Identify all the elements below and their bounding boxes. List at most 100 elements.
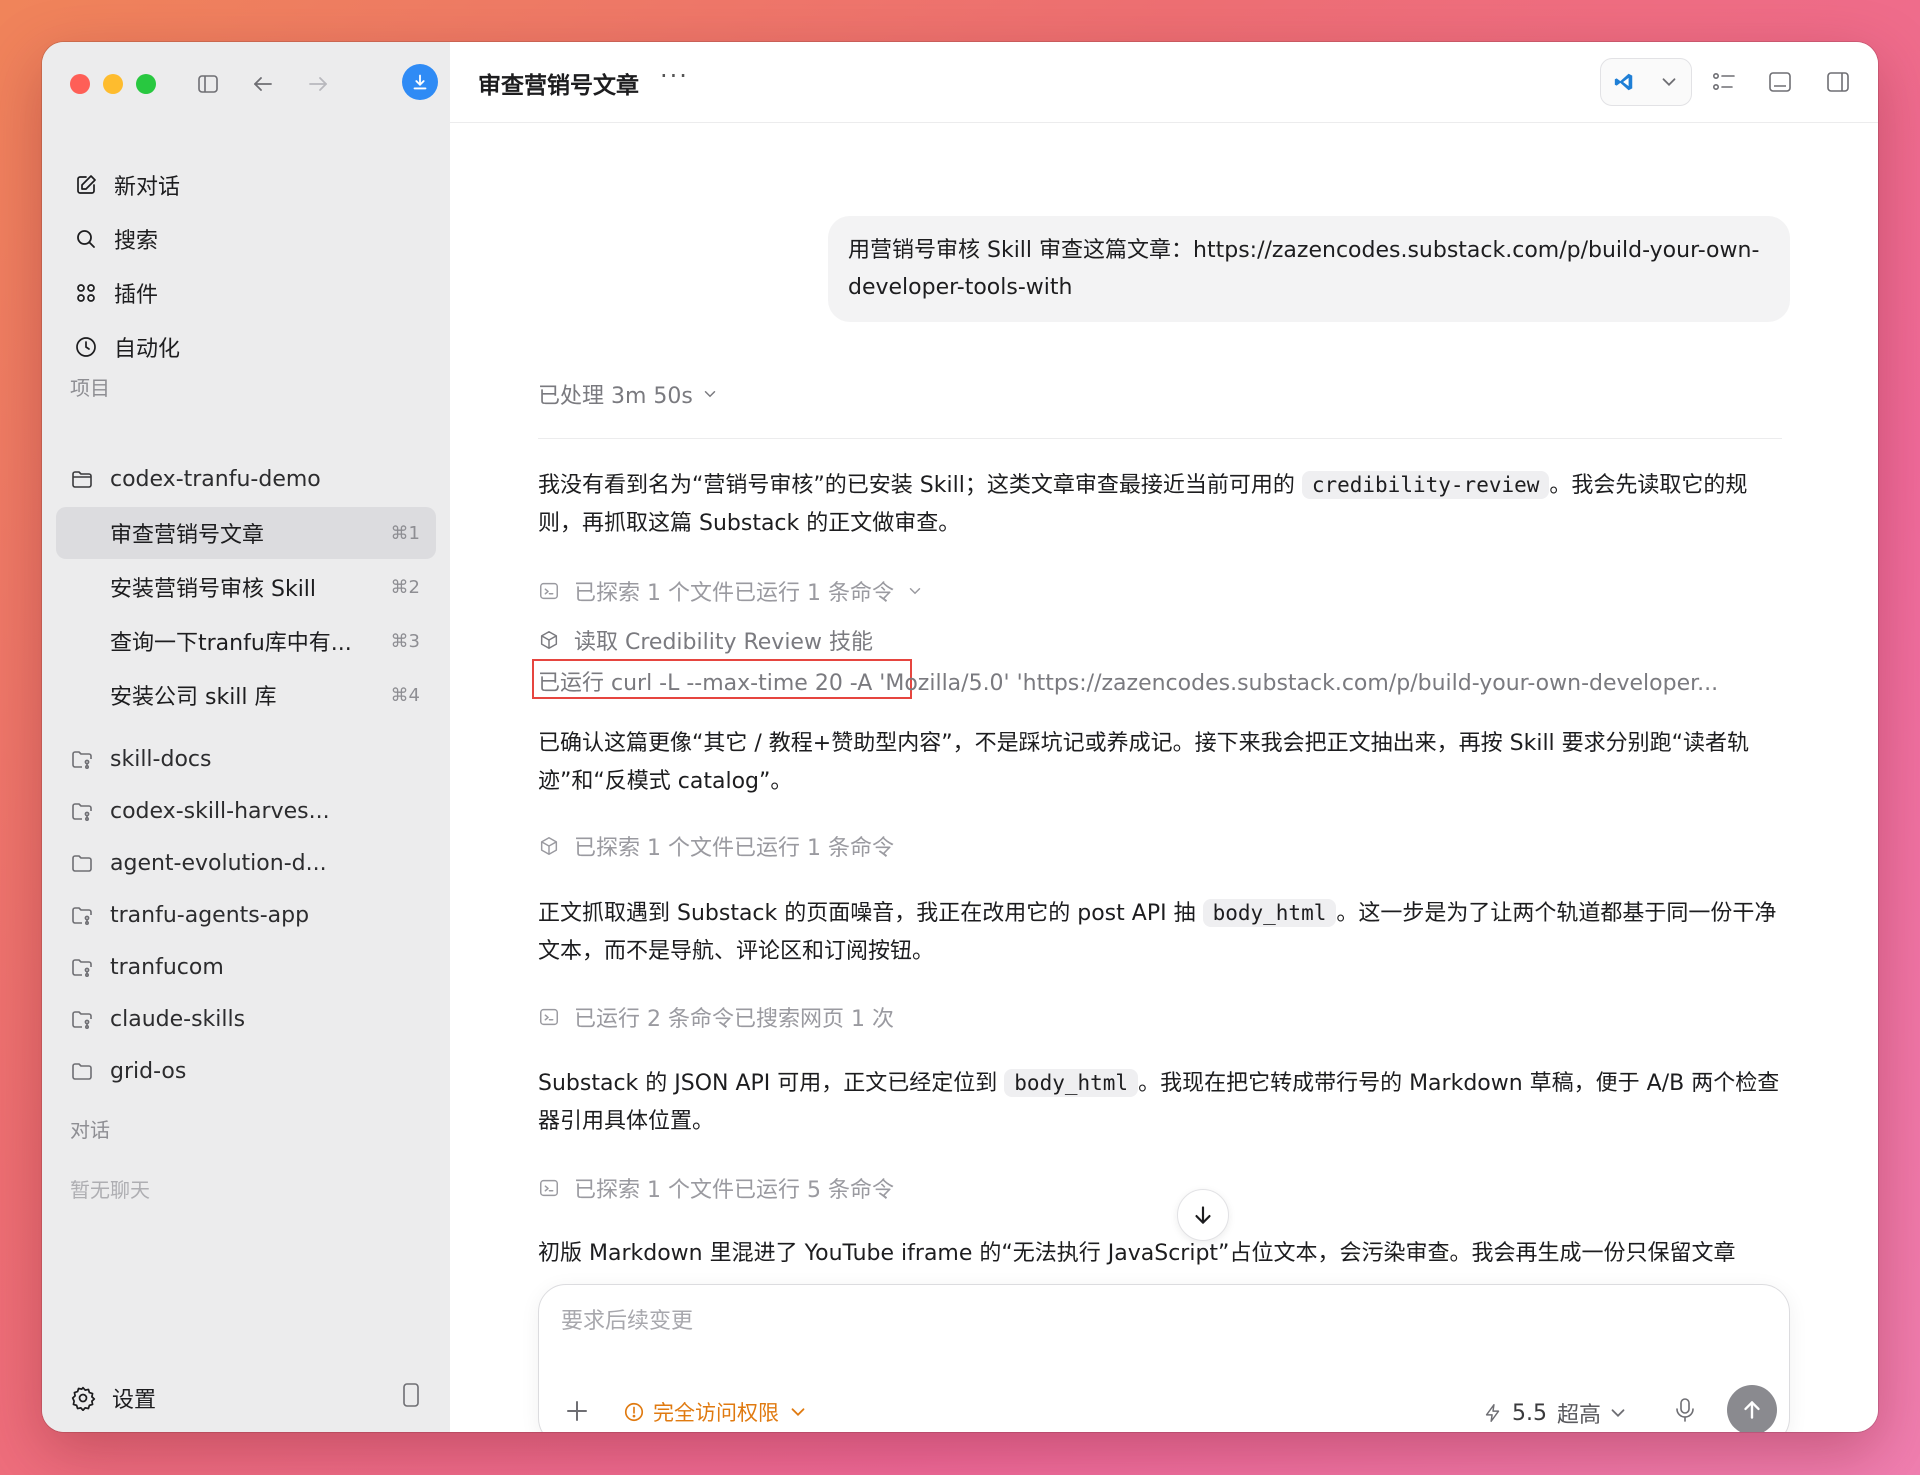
thread-shortcut: ⌘4 — [390, 684, 420, 706]
nav-label: 新对话 — [114, 175, 181, 200]
model-selector[interactable]: 5.5 超高 — [1482, 1397, 1629, 1429]
thread-item[interactable]: 审查营销号文章 ⌘1 — [56, 507, 436, 559]
thread-title: 审查营销号文章 — [110, 523, 265, 548]
page-title: 审查营销号文章 — [478, 73, 639, 99]
activity-step[interactable]: 已探索 1 个文件已运行 1 条命令 — [538, 575, 924, 607]
project-item-agent-evolution[interactable]: agent-evolution-d... — [56, 837, 436, 889]
project-item-grid-os[interactable]: grid-os — [56, 1045, 436, 1097]
project-label: grid-os — [110, 1058, 187, 1084]
projects-section-label: 项目 — [70, 376, 110, 400]
assistant-paragraph: 我没有看到名为“营销号审核”的已安装 Skill；这类文章审查最接近当前可用的 … — [538, 466, 1782, 543]
terminal-icon — [540, 1008, 558, 1026]
thread-shortcut: ⌘2 — [390, 576, 420, 598]
minimize-window-button[interactable] — [103, 74, 123, 94]
activity-step[interactable]: 已探索 1 个文件已运行 1 条命令 — [538, 830, 894, 862]
bottom-panel-icon[interactable] — [1766, 68, 1794, 96]
download-icon — [413, 74, 427, 90]
checklist-icon[interactable] — [1710, 68, 1738, 96]
warning-circle-icon — [624, 1402, 644, 1422]
forward-button[interactable] — [300, 66, 336, 102]
edit-icon — [77, 175, 96, 194]
close-window-button[interactable] — [70, 74, 90, 94]
thread-item[interactable]: 安装公司 skill 库 ⌘4 — [56, 669, 436, 721]
sidebar-icon — [198, 75, 218, 93]
chevron-down-icon — [909, 588, 921, 595]
assistant-paragraph: 已确认这篇更像“其它 / 教程+赞助型内容”，不是踩坑记或养成记。接下来我会把正… — [538, 731, 1750, 794]
chevron-down-icon — [1611, 1409, 1625, 1418]
scroll-to-bottom-button[interactable] — [1177, 1189, 1229, 1241]
processed-label: 已处理 3m 50s — [538, 384, 693, 409]
nav-label: 自动化 — [114, 337, 181, 362]
search-icon — [77, 230, 95, 248]
nav-search[interactable]: 搜索 — [64, 212, 428, 266]
add-attachment-button[interactable] — [559, 1393, 595, 1429]
nav-automation[interactable]: 自动化 — [64, 320, 428, 374]
thread-item[interactable]: 查询一下tranfu库中有... ⌘3 — [56, 615, 436, 667]
toggle-sidebar-button[interactable] — [190, 66, 226, 102]
project-label: tranfu-agents-app — [110, 902, 310, 928]
terminal-icon — [540, 1179, 558, 1197]
text-segment: Substack 的 JSON API 可用，正文已经定位到 — [538, 1071, 1005, 1096]
project-item-skill-docs[interactable]: skill-docs — [56, 733, 436, 785]
project-item-codex-skill-harves[interactable]: codex-skill-harves... — [56, 785, 436, 837]
right-panel-icon[interactable] — [1824, 68, 1852, 96]
topbar: 审查营销号文章 ··· — [450, 42, 1878, 123]
thread-title: 查询一下tranfu库中有... — [110, 631, 352, 656]
skill-read-step[interactable]: 读取 Credibility Review 技能 — [538, 624, 873, 656]
open-in-editor-button[interactable] — [1600, 58, 1692, 106]
text-segment: 我没有看到名为“营销号审核”的已安装 Skill；这类文章审查最接近当前可用的 — [538, 473, 1302, 498]
send-button[interactable] — [1727, 1385, 1777, 1432]
project-item-tranfu-agents-app[interactable]: tranfu-agents-app — [56, 889, 436, 941]
project-label: codex-tranfu-demo — [110, 466, 321, 492]
microphone-icon[interactable] — [1673, 1397, 1697, 1423]
zoom-window-button[interactable] — [136, 74, 156, 94]
user-message: 用营销号审核 Skill 审查这篇文章：https://zazencodes.s… — [828, 216, 1790, 322]
terminal-icon — [540, 582, 558, 600]
plugin-grid-icon — [77, 284, 95, 302]
chevron-down-icon — [1662, 78, 1675, 87]
permission-dropdown[interactable]: 完全访问权限 — [623, 1397, 809, 1427]
command-run-line[interactable]: 已运行 curl -L --max-time 20 -A 'Mozilla/5.… — [538, 665, 1782, 697]
project-item-claude-skills[interactable]: claude-skills — [56, 993, 436, 1045]
prompt-input[interactable] — [559, 1307, 1763, 1335]
activity-step[interactable]: 已探索 1 个文件已运行 5 条命令 — [538, 1172, 894, 1204]
step-label: 已探索 1 个文件已运行 5 条命令 — [574, 1178, 894, 1203]
folder-git-icon — [72, 803, 92, 821]
model-version: 5.5 — [1511, 1400, 1547, 1426]
folder-icon — [72, 855, 92, 872]
more-options-button[interactable]: ··· — [660, 62, 689, 90]
model-level: 超高 — [1556, 1403, 1601, 1428]
permission-label: 完全访问权限 — [653, 1401, 779, 1425]
folder-git-icon — [72, 751, 92, 769]
activity-step[interactable]: 已运行 2 条命令已搜索网页 1 次 — [538, 1001, 894, 1033]
settings-button[interactable]: 设置 — [70, 1382, 156, 1414]
chats-section-label: 对话 — [70, 1118, 110, 1142]
thread-item[interactable]: 安装营销号审核 Skill ⌘2 — [56, 561, 436, 613]
main-panel: 审查营销号文章 ··· 用营销号审核 Skill 审查这篇文章：https://… — [450, 42, 1878, 1432]
inline-code: credibility-review — [1301, 471, 1550, 499]
project-item-tranfucom[interactable]: tranfucom — [56, 941, 436, 993]
processed-toggle[interactable]: 已处理 3m 50s — [538, 378, 719, 410]
text-segment: 正文抓取遇到 Substack 的页面噪音，我正在改用它的 post API 抽 — [538, 901, 1203, 926]
folder-git-icon — [72, 959, 92, 977]
update-button[interactable] — [402, 64, 438, 100]
project-item-codex-tranfu-demo[interactable]: codex-tranfu-demo — [56, 453, 436, 505]
thread-shortcut: ⌘1 — [390, 522, 420, 544]
step-label: 已探索 1 个文件已运行 1 条命令 — [574, 836, 894, 861]
inline-code: body_html — [1004, 1069, 1139, 1097]
folder-git-icon — [72, 907, 92, 925]
nav-plugins[interactable]: 插件 — [64, 266, 428, 320]
step-label: 读取 Credibility Review 技能 — [574, 630, 873, 655]
phone-icon[interactable] — [400, 1382, 422, 1408]
arrow-down-icon — [1195, 1206, 1211, 1224]
app-window: 新对话 搜索 插件 自动化 项目 codex-tranfu-demo 审查营销号… — [42, 42, 1878, 1432]
step-label: 已运行 2 条命令已搜索网页 1 次 — [574, 1007, 894, 1032]
inline-code: body_html — [1202, 899, 1337, 927]
folder-git-icon — [72, 1011, 92, 1029]
cube-icon — [540, 837, 558, 855]
nav-new-chat[interactable]: 新对话 — [64, 158, 428, 212]
nav-label: 搜索 — [114, 229, 159, 254]
back-button[interactable] — [245, 66, 281, 102]
project-label: tranfucom — [110, 954, 224, 980]
